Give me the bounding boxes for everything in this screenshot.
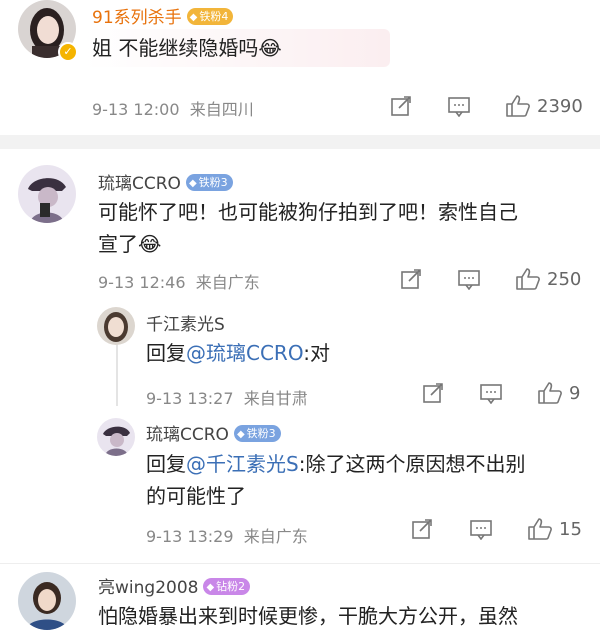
fan-badge-icon: ◆ (236, 428, 245, 440)
diamond-icon: ◆ (206, 581, 215, 593)
comment-username[interactable]: 亮wing2008 ◆ 钻粉2 (98, 573, 251, 598)
laugh-emoji-icon: 😂 (258, 36, 282, 60)
like-button[interactable]: 2390 (505, 94, 583, 118)
comment-username[interactable]: 琉璃CCRO ◆ 铁粉3 (98, 169, 233, 194)
like-count: 2390 (537, 95, 583, 117)
section-divider (0, 135, 600, 149)
like-count: 9 (569, 382, 581, 404)
share-button[interactable] (411, 518, 433, 540)
comment-location: 来自广东 (195, 273, 260, 292)
avatar[interactable] (18, 165, 76, 223)
comment-button[interactable] (469, 518, 493, 540)
comment-text: 怕隐婚暴出来到时候更惨，干脆大方公开，虽然 (98, 604, 518, 628)
comment-text: 姐 不能继续隐婚吗😂 (92, 36, 282, 60)
share-button[interactable] (400, 268, 422, 290)
comment-location: 来自四川 (189, 100, 254, 119)
reply-username[interactable]: 琉璃CCRO ◆ 铁粉3 (146, 420, 281, 445)
reply-time: 9-13 13:27 (146, 389, 234, 408)
reply-time: 9-13 13:29 (146, 527, 234, 546)
comment-meta: 9-13 12:46 来自广东 (98, 269, 260, 293)
reply-location: 来自广东 (243, 527, 308, 546)
comment-time: 9-13 12:00 (92, 100, 180, 119)
mention-link[interactable]: @千江素光S (186, 452, 299, 476)
avatar[interactable] (18, 572, 76, 630)
fan-badge-icon: ◆ (189, 11, 198, 23)
fan-badge: ◆ 铁粉4 (186, 7, 234, 25)
like-button[interactable]: 9 (537, 381, 580, 405)
avatar[interactable] (97, 418, 135, 456)
share-button[interactable] (422, 382, 444, 404)
share-icon (412, 519, 432, 539)
reply-text: 回复@琉璃CCRO:对 (146, 341, 330, 365)
like-button[interactable]: 15 (527, 517, 582, 541)
like-icon (506, 95, 530, 117)
comment-icon (458, 270, 480, 290)
comment-button[interactable] (447, 95, 471, 117)
vip-badge-icon: ✓ (58, 42, 78, 62)
comment-button[interactable] (479, 382, 503, 404)
reply-location: 来自甘肃 (243, 389, 308, 408)
reply-meta: 9-13 13:29 来自广东 (146, 523, 308, 547)
like-count: 250 (547, 268, 582, 290)
reply-username[interactable]: 千江素光S (146, 310, 225, 335)
laugh-emoji-icon: 😂 (138, 232, 162, 256)
reply-text: 回复@千江素光S:除了这两个原因想不出别 的可能性了 (146, 452, 526, 508)
username-text[interactable]: 91系列杀手 (92, 8, 182, 28)
like-count: 15 (559, 518, 582, 540)
like-button[interactable]: 250 (515, 267, 581, 291)
fan-badge: ◆ 铁粉3 (233, 424, 281, 442)
username-text[interactable]: 琉璃CCRO (98, 174, 181, 194)
fan-badge-icon: ◆ (188, 177, 197, 189)
share-button[interactable] (390, 95, 412, 117)
share-icon (423, 383, 443, 403)
mention-link[interactable]: @琉璃CCRO (186, 341, 303, 365)
reply-meta: 9-13 13:27 来自甘肃 (146, 385, 308, 409)
avatar[interactable] (97, 307, 135, 345)
comment-time: 9-13 12:46 (98, 273, 186, 292)
comment-username[interactable]: 91系列杀手 ◆ 铁粉4 (92, 3, 234, 28)
fan-badge: ◆ 铁粉3 (185, 173, 233, 191)
comment-icon (448, 97, 470, 117)
comment-icon (470, 520, 492, 540)
username-text[interactable]: 亮wing2008 (98, 578, 198, 598)
reply-thread-line (116, 340, 118, 406)
comment-divider (0, 563, 600, 564)
like-icon (516, 268, 540, 290)
share-icon (391, 96, 411, 116)
comment-meta: 9-13 12:00 来自四川 (92, 96, 254, 120)
share-icon (401, 269, 421, 289)
comment-icon (480, 384, 502, 404)
comment-button[interactable] (457, 268, 481, 290)
like-icon (538, 382, 562, 404)
fan-badge: ◆ 钻粉2 (203, 577, 251, 595)
comment-text: 可能怀了吧！也可能被狗仔拍到了吧！索性自己 宣了😂 (98, 200, 518, 256)
like-icon (528, 518, 552, 540)
